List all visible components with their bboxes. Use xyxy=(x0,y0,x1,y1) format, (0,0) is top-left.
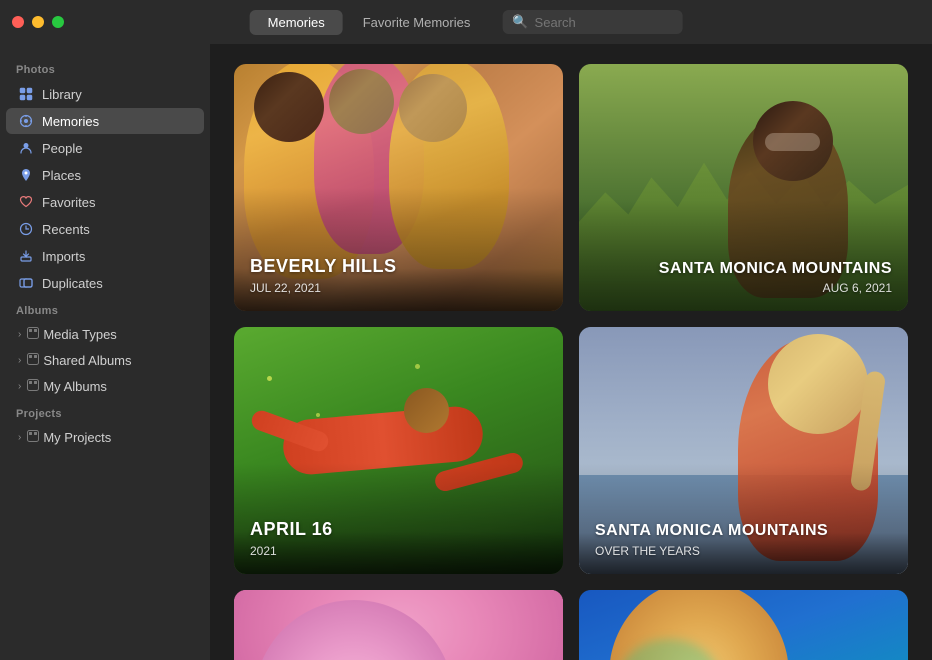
sidebar-item-places[interactable]: Places xyxy=(6,162,204,188)
memory-card-santa-monica-1[interactable]: Santa Monica Mountains AUG 6, 2021 xyxy=(579,64,908,311)
sidebar-item-people[interactable]: People xyxy=(6,135,204,161)
sidebar-label-duplicates: Duplicates xyxy=(42,276,103,291)
sidebar-label-places: Places xyxy=(42,168,81,183)
memory-card-april-16[interactable]: APRIL 16 2021 xyxy=(234,327,563,574)
sidebar-label-memories: Memories xyxy=(42,114,99,129)
search-icon: 🔍 xyxy=(512,14,528,30)
card-1-subtitle: JUL 22, 2021 xyxy=(250,281,547,295)
window-controls xyxy=(12,16,64,28)
memories-grid: BEVERLY HILLS JUL 22, 2021 xyxy=(234,64,908,660)
card-3-title: APRIL 16 xyxy=(250,519,547,541)
sidebar-item-my-albums[interactable]: › My Albums xyxy=(6,374,204,399)
sidebar-item-library[interactable]: Library xyxy=(6,81,204,107)
sidebar-item-media-types[interactable]: › Media Types xyxy=(6,322,204,347)
tab-bar: Memories Favorite Memories 🔍 xyxy=(250,10,683,35)
sidebar-label-my-projects: My Projects xyxy=(43,430,111,445)
minimize-button[interactable] xyxy=(32,16,44,28)
card-4-subtitle: OVER THE YEARS xyxy=(595,544,892,558)
close-button[interactable] xyxy=(12,16,24,28)
card-2-title: Santa Monica Mountains xyxy=(659,259,892,278)
places-icon xyxy=(18,167,34,183)
memory-card-beverly-hills-1[interactable]: BEVERLY HILLS JUL 22, 2021 xyxy=(234,64,563,311)
my-albums-icon xyxy=(27,379,39,394)
sidebar-label-people: People xyxy=(42,141,82,156)
people-icon xyxy=(18,140,34,156)
main-layout: Photos Library xyxy=(0,44,932,660)
sidebar-item-duplicates[interactable]: Duplicates xyxy=(6,270,204,296)
sidebar-label-imports: Imports xyxy=(42,249,85,264)
my-projects-icon xyxy=(27,430,39,445)
sidebar: Photos Library xyxy=(0,44,210,660)
content-area: BEVERLY HILLS JUL 22, 2021 xyxy=(210,44,932,660)
title-bar: Memories Favorite Memories 🔍 xyxy=(0,0,932,44)
sidebar-label-recents: Recents xyxy=(42,222,90,237)
sidebar-item-memories[interactable]: Memories xyxy=(6,108,204,134)
card-3-overlay: APRIL 16 2021 xyxy=(234,503,563,574)
card-1-overlay: BEVERLY HILLS JUL 22, 2021 xyxy=(234,240,563,311)
favorites-icon xyxy=(18,194,34,210)
memories-icon xyxy=(18,113,34,129)
library-icon xyxy=(18,86,34,102)
tab-memories[interactable]: Memories xyxy=(250,10,343,35)
search-input[interactable] xyxy=(535,15,673,30)
tab-favorite-memories[interactable]: Favorite Memories xyxy=(345,10,489,35)
recents-icon xyxy=(18,221,34,237)
search-bar[interactable]: 🔍 xyxy=(502,10,682,34)
sidebar-label-my-albums: My Albums xyxy=(43,379,107,394)
sidebar-item-shared-albums[interactable]: › Shared Albums xyxy=(6,348,204,373)
sidebar-label-library: Library xyxy=(42,87,82,102)
sidebar-item-favorites[interactable]: Favorites xyxy=(6,189,204,215)
imports-icon xyxy=(18,248,34,264)
card-1-title: BEVERLY HILLS xyxy=(250,256,547,278)
memory-card-beverly-hills-2[interactable]: Beverly Hills JUL 28, 2021 xyxy=(234,590,563,660)
sidebar-section-albums: Albums xyxy=(0,297,210,321)
sidebar-label-favorites: Favorites xyxy=(42,195,95,210)
sidebar-section-projects: Projects xyxy=(0,400,210,424)
card-2-subtitle: AUG 6, 2021 xyxy=(659,281,892,295)
maximize-button[interactable] xyxy=(52,16,64,28)
chevron-icon: › xyxy=(18,329,21,340)
shared-albums-icon xyxy=(27,353,39,368)
chevron-icon-4: › xyxy=(18,432,21,443)
chevron-icon-3: › xyxy=(18,381,21,392)
sidebar-item-imports[interactable]: Imports xyxy=(6,243,204,269)
sidebar-label-shared-albums: Shared Albums xyxy=(43,353,131,368)
chevron-icon-2: › xyxy=(18,355,21,366)
duplicates-icon xyxy=(18,275,34,291)
card-3-subtitle: 2021 xyxy=(250,544,547,558)
memory-card-blue[interactable] xyxy=(579,590,908,660)
sidebar-section-photos: Photos xyxy=(0,56,210,80)
sidebar-item-my-projects[interactable]: › My Projects xyxy=(6,425,204,450)
sidebar-label-media-types: Media Types xyxy=(43,327,116,342)
card-4-title: Santa Monica Mountains xyxy=(595,521,892,540)
card-2-overlay: Santa Monica Mountains AUG 6, 2021 xyxy=(659,259,892,295)
card-4-overlay: Santa Monica Mountains OVER THE YEARS xyxy=(579,505,908,573)
sidebar-item-recents[interactable]: Recents xyxy=(6,216,204,242)
memory-card-santa-monica-2[interactable]: Santa Monica Mountains OVER THE YEARS xyxy=(579,327,908,574)
media-types-icon xyxy=(27,327,39,342)
